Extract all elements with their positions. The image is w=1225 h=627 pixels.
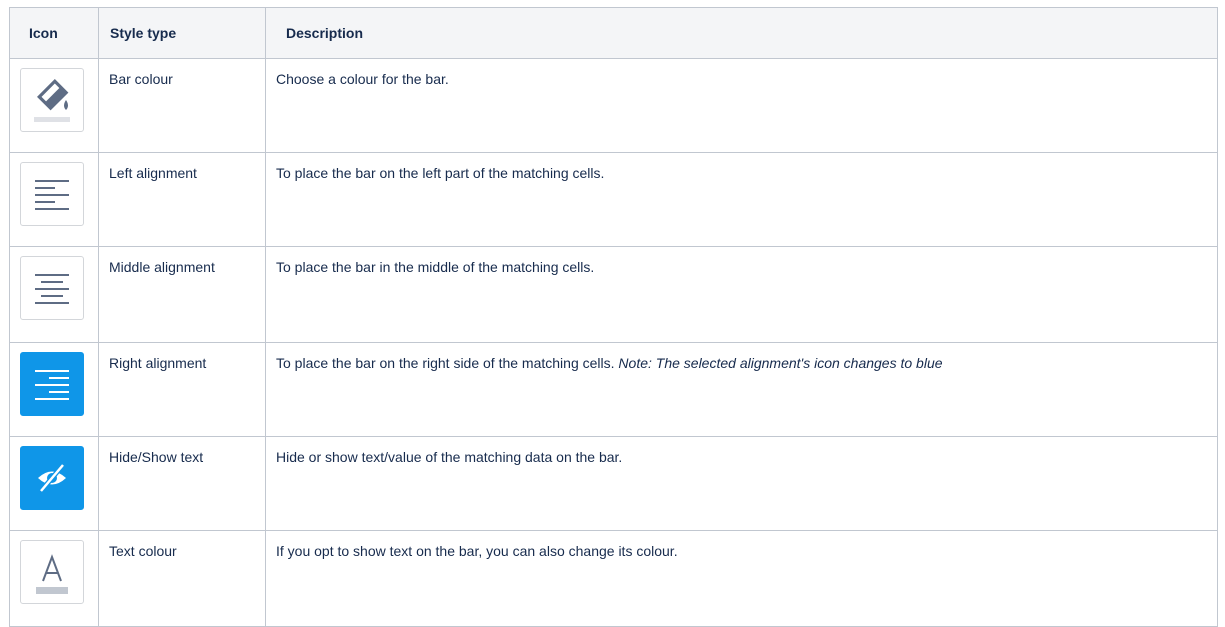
- description-text: Hide or show text/value of the matching …: [276, 448, 623, 465]
- eye-slash-icon: [20, 445, 84, 510]
- description-cell: Hide or show text/value of the matching …: [265, 435, 1218, 531]
- table-row: Bar colour Choose a colour for the bar.: [9, 58, 1218, 153]
- icon-cell: [9, 435, 99, 531]
- align-right-icon: [20, 351, 84, 416]
- style-types-table: Icon Style type Description Bar colour C…: [9, 7, 1218, 627]
- description-cell: To place the bar in the middle of the ma…: [265, 245, 1218, 343]
- description-cell: If you opt to show text on the bar, you …: [265, 529, 1218, 627]
- style-type-cell: Bar colour: [98, 58, 266, 153]
- paint-bucket-icon: [20, 68, 84, 132]
- table-row: Hide/Show text Hide or show text/value o…: [9, 435, 1218, 531]
- table-row: Right alignment To place the bar on the …: [9, 341, 1218, 437]
- style-type-cell: Left alignment: [98, 151, 266, 247]
- style-type-cell: Text colour: [98, 529, 266, 627]
- description-text: To place the bar on the left part of the…: [276, 164, 605, 181]
- icon-cell: [9, 245, 99, 343]
- table-row: Text colour If you opt to show text on t…: [9, 529, 1218, 627]
- style-type-cell: Hide/Show text: [98, 435, 266, 531]
- description-text: Choose a colour for the bar.: [276, 71, 449, 87]
- description-cell: To place the bar on the right side of th…: [265, 341, 1218, 437]
- align-center-icon: [20, 255, 84, 320]
- header-style-type: Style type: [98, 7, 266, 59]
- description-note: Note: The selected alignment's icon chan…: [618, 354, 943, 371]
- description-text: To place the bar in the middle of the ma…: [276, 258, 595, 275]
- align-left-icon: [20, 161, 84, 226]
- icon-cell: [9, 58, 99, 153]
- description-text: To place the bar on the right side of th…: [276, 354, 619, 371]
- description-cell: Choose a colour for the bar.: [265, 58, 1218, 153]
- style-type-cell: Middle alignment: [98, 245, 266, 343]
- style-type-cell: Right alignment: [98, 341, 266, 437]
- description-cell: To place the bar on the left part of the…: [265, 151, 1218, 247]
- icon-cell: [9, 529, 99, 627]
- icon-cell: [9, 341, 99, 437]
- description-text: If you opt to show text on the bar, you …: [276, 542, 678, 559]
- icon-cell: [9, 151, 99, 247]
- table-row: Middle alignment To place the bar in the…: [9, 245, 1218, 343]
- header-description: Description: [265, 7, 1218, 59]
- header-icon: Icon: [9, 7, 99, 59]
- table-header-row: Icon Style type Description: [9, 7, 1218, 59]
- table-row: Left alignment To place the bar on the l…: [9, 151, 1218, 247]
- text-colour-icon: [20, 539, 84, 604]
